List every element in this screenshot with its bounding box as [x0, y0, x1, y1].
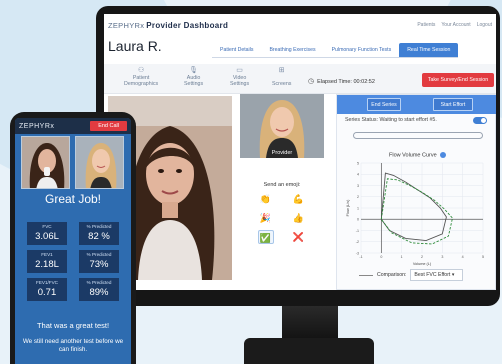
screens-button[interactable]: ⊞ Screens [272, 67, 291, 88]
effort-panel: End Series Start Effort Series Status: W… [336, 94, 496, 290]
x-tick-label: 4 [462, 255, 464, 259]
phone-header: ZEPHYRx End Call [15, 118, 131, 134]
start-effort-button[interactable]: Start Effort [433, 98, 473, 111]
audio-settings-button[interactable]: 🎙 Audio Settings [184, 67, 203, 88]
app-title: Provider Dashboard [146, 20, 229, 30]
next-test-message: We still need another test before we can… [22, 338, 124, 353]
tab-bar: Patient Details Breathing Exercises Pulm… [212, 43, 459, 58]
end-series-button[interactable]: End Series [367, 98, 401, 111]
chevron-down-icon: ▾ [451, 272, 455, 278]
patient-phone-app: ZEPHYRx End Call Great Job! FVC 3.06L % P… [15, 118, 131, 364]
y-tick-label: 1 [357, 206, 359, 210]
comparison-label: Comparison: [377, 272, 407, 278]
y-tick-label: -1 [356, 229, 359, 233]
emoji-title: Send an emoji: [263, 182, 301, 188]
stat-fvc-predicted: % Predicted 82 % [79, 222, 119, 245]
top-bar: ZEPHYRx Provider Dashboard Patients Your … [104, 14, 496, 36]
session-toolbar: ⚇ Patient Demographics 🎙 Audio Settings ▭ … [104, 64, 496, 94]
tab-real-time-session[interactable]: Real Time Session [399, 43, 459, 58]
provider-dashboard: ZEPHYRx Provider Dashboard Patients Your … [104, 14, 496, 290]
monitor-stand [282, 306, 338, 342]
clock-icon: ◷ [308, 78, 315, 85]
cross-emoji-button[interactable]: ❌ [291, 230, 307, 244]
patient-name: Laura R. [108, 38, 162, 54]
video-camera-icon: ▭ [236, 67, 243, 74]
curve-title: Flow Volume Curve [389, 152, 446, 158]
app-logo: ZEPHYRx Provider Dashboard [108, 20, 229, 30]
provider-video: Provider [240, 94, 324, 158]
stat-fev1-fvc: FEV1/FVC 0.71 [27, 278, 67, 301]
effort-panel-header: End Series Start Effort [337, 95, 496, 114]
breath-meter [353, 132, 483, 139]
tab-breathing-exercises[interactable]: Breathing Exercises [261, 43, 324, 58]
party-emoji-button[interactable]: 🎉 [258, 211, 274, 225]
y-tick-label: 5 [357, 161, 359, 165]
clap-emoji-button[interactable]: 👏 [258, 192, 274, 206]
tab-pulmonary-function-tests[interactable]: Pulmonary Function Tests [323, 43, 400, 58]
result-message: That was a great test! [36, 321, 110, 330]
x-tick-label: 3 [441, 255, 443, 259]
y-tick-label: -2 [356, 240, 359, 244]
series-status: Series Status: Waiting to start effort #… [345, 117, 437, 123]
x-axis-label: Volume (L) [413, 262, 432, 266]
take-survey-end-session-button[interactable]: Take Survey/End Session [422, 73, 494, 87]
phone-provider-video [75, 136, 124, 189]
flow-volume-chart: -1 0 1 2 3 4 5 -3 -2 -1 0 1 2 3 4 5 Volume (L) Flow (L/s) [346, 161, 484, 266]
y-tick-label: -3 [356, 251, 359, 255]
y-tick-label: 3 [357, 184, 359, 188]
result-headline: Great Job! [44, 192, 102, 206]
x-tick-label: 1 [401, 255, 403, 259]
stat-fev1-fvc-predicted: % Predicted 89% [79, 278, 119, 301]
screens-icon: ⊞ [278, 67, 285, 74]
phone-logo: ZEPHYRx [19, 122, 55, 130]
stat-fvc: FVC 3.06L [27, 222, 67, 245]
provider-label: Provider [271, 150, 293, 156]
status-toggle[interactable] [473, 117, 487, 124]
legend-line [359, 274, 373, 276]
monitor-base [244, 338, 374, 364]
x-tick-label: -1 [359, 255, 362, 259]
info-dot-icon [439, 152, 446, 158]
y-tick-label: 0 [357, 218, 359, 222]
nav-link-account[interactable]: Your Account [441, 22, 470, 28]
microphone-icon: 🎙 [189, 67, 199, 74]
tab-patient-details[interactable]: Patient Details [212, 43, 262, 58]
stat-fev1-predicted: % Predicted 73% [79, 250, 119, 273]
stat-fev1: FEV1 2.18L [27, 250, 67, 273]
phone-patient-video [21, 136, 70, 189]
x-tick-label: 0 [380, 255, 382, 259]
emoji-panel: Send an emoji: 👏 💪 🎉 👍 ✅ ❌ [254, 182, 310, 262]
elapsed-time: ◷ Elapsed Time: 00:02:52 [308, 78, 375, 85]
x-tick-label: 5 [482, 255, 484, 259]
nav-link-patients[interactable]: Patients [417, 22, 435, 28]
comparison-control: Comparison: Best FVC Effort ▾ [359, 269, 464, 281]
video-settings-button[interactable]: ▭ Video Settings [230, 67, 249, 88]
y-tick-label: 2 [357, 195, 359, 199]
patient-demographics-button[interactable]: ⚇ Patient Demographics [124, 67, 158, 88]
comparison-select[interactable]: Best FVC Effort ▾ [410, 269, 464, 281]
flex-emoji-button[interactable]: 💪 [291, 192, 307, 206]
end-call-button[interactable]: End Call [90, 121, 127, 131]
x-tick-label: 2 [421, 255, 423, 259]
y-tick-label: 4 [357, 173, 359, 177]
nav-link-logout[interactable]: Logout [477, 22, 492, 28]
y-axis-label: Flow (L/s) [346, 199, 350, 216]
user-group-icon: ⚇ [137, 67, 145, 74]
thumbs-up-emoji-button[interactable]: 👍 [291, 211, 307, 225]
check-emoji-button[interactable]: ✅ [257, 230, 274, 244]
